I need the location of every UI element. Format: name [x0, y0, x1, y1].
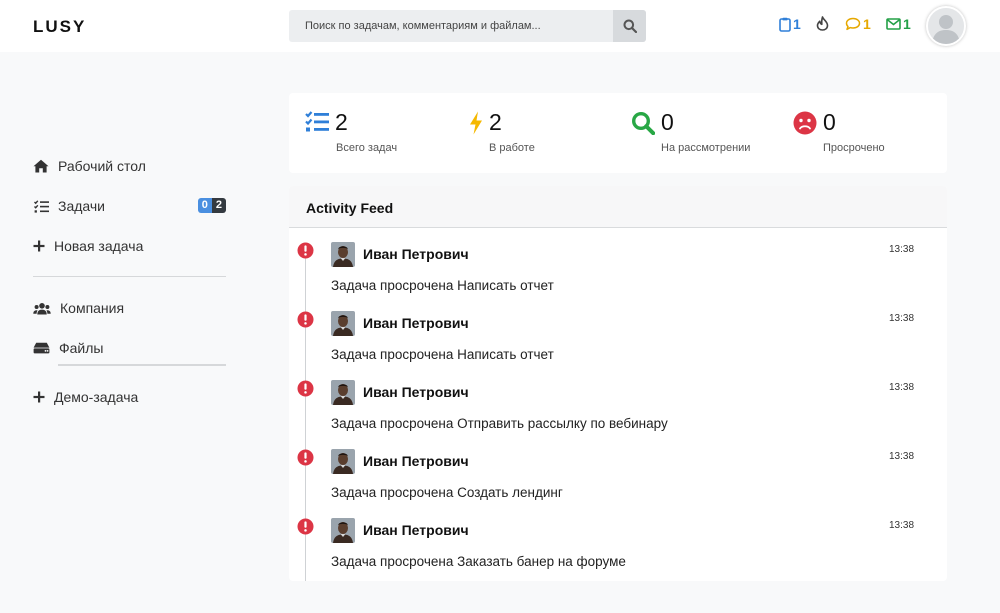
activity-time: 13:38: [889, 313, 915, 324]
comment-icon: [845, 17, 861, 31]
activity-entry[interactable]: Иван Петрович 13:38 Задача просрочена Со…: [289, 449, 947, 518]
search-icon: [631, 111, 656, 140]
activity-user-name: Иван Петрович: [363, 246, 469, 262]
avatar[interactable]: [331, 380, 355, 405]
activity-message: Задача просрочена Написать отчет: [331, 278, 554, 293]
stat-label: На рассмотрении: [661, 142, 751, 154]
task-list-icon: [305, 111, 329, 138]
comments-notification[interactable]: 1: [845, 16, 871, 32]
activity-time: 13:38: [889, 451, 915, 462]
tasks-notification-count: 1: [793, 16, 801, 32]
messages-notification[interactable]: 1: [886, 16, 911, 32]
fire-icon: [816, 16, 829, 31]
alert-icon: [297, 380, 314, 402]
sidebar-item-label: Демо-задача: [54, 389, 139, 405]
activity-entry[interactable]: Иван Петрович 13:38 Задача просрочена За…: [289, 518, 947, 581]
activity-feed-title: Activity Feed: [289, 186, 947, 228]
activity-entry[interactable]: Иван Петрович 13:38 Задача просрочена На…: [289, 311, 947, 380]
sidebar-item-label: Новая задача: [54, 238, 144, 254]
activity-user-name: Иван Петрович: [363, 315, 469, 331]
sidebar-item-demo-task[interactable]: Демо-задача: [33, 386, 226, 408]
sad-face-icon: [793, 111, 817, 140]
search-box: [289, 10, 646, 42]
avatar[interactable]: [331, 311, 355, 336]
new-tasks-badge: 0: [197, 198, 212, 213]
sidebar-divider: [33, 276, 226, 277]
avatar[interactable]: [331, 242, 355, 267]
drive-icon: [33, 340, 50, 356]
activity-message: Задача просрочена Отправить рассылку по …: [331, 416, 668, 431]
hot-notification[interactable]: [816, 16, 831, 31]
search-icon: [623, 19, 637, 33]
activity-entry[interactable]: Иван Петрович 13:38 Задача просрочена От…: [289, 380, 947, 449]
sidebar-item-label: Файлы: [59, 340, 104, 356]
activity-message: Задача просрочена Создать лендинг: [331, 485, 563, 500]
stat-label: В работе: [489, 142, 535, 154]
plus-icon: [33, 238, 45, 254]
task-count-badges: 0 2: [197, 198, 226, 213]
activity-user-name: Иван Петрович: [363, 522, 469, 538]
alert-icon: [297, 311, 314, 333]
files-active-indicator: [58, 364, 226, 366]
alert-icon: [297, 449, 314, 471]
activity-user-name: Иван Петрович: [363, 384, 469, 400]
comments-notification-count: 1: [863, 16, 871, 32]
sidebar-item-label: Задачи: [58, 198, 106, 214]
task-stats-card: 2 Всего задач 2 В работе 0 На рассмотрен…: [289, 93, 947, 173]
avatar[interactable]: [331, 449, 355, 474]
sidebar-item-new-task[interactable]: Новая задача: [33, 235, 226, 257]
activity-message: Задача просрочена Написать отчет: [331, 347, 554, 362]
stat-label: Всего задач: [336, 142, 398, 154]
user-silhouette-icon: [928, 8, 964, 44]
search-input[interactable]: [289, 10, 613, 42]
home-icon: [33, 158, 49, 174]
activity-time: 13:38: [889, 520, 915, 531]
task-list-icon: [33, 198, 49, 214]
sidebar-item-label: Компания: [60, 300, 125, 316]
tasks-notification[interactable]: 1: [779, 16, 801, 32]
activity-time: 13:38: [889, 382, 915, 393]
stat-label: Просрочено: [823, 142, 885, 154]
activity-entry[interactable]: Иван Петрович 13:38 Задача просрочена На…: [289, 242, 947, 311]
stat-value: 2: [335, 109, 348, 135]
plus-icon: [33, 389, 45, 405]
search-button[interactable]: [613, 10, 646, 42]
activity-time: 13:38: [889, 244, 915, 255]
avatar[interactable]: [331, 518, 355, 543]
envelope-icon: [886, 18, 901, 30]
messages-notification-count: 1: [903, 16, 911, 32]
user-avatar[interactable]: [926, 6, 966, 46]
stat-value: 0: [823, 109, 836, 135]
alert-icon: [297, 242, 314, 264]
users-icon: [33, 300, 51, 316]
total-tasks-badge: 2: [211, 198, 226, 213]
top-bar: LUSY 1 1 1: [0, 0, 1000, 52]
stat-value: 0: [661, 109, 674, 135]
sidebar-item-company[interactable]: Компания: [33, 297, 226, 319]
sidebar-item-files[interactable]: Файлы: [33, 337, 226, 359]
sidebar-item-tasks[interactable]: Задачи 0 2: [33, 195, 226, 217]
stat-value: 2: [489, 109, 502, 135]
bolt-icon: [469, 111, 483, 140]
activity-user-name: Иван Петрович: [363, 453, 469, 469]
sidebar-item-dashboard[interactable]: Рабочий стол: [33, 155, 226, 177]
clipboard-icon: [779, 17, 791, 32]
sidebar-item-label: Рабочий стол: [58, 158, 146, 174]
activity-message: Задача просрочена Заказать банер на фору…: [331, 554, 626, 569]
activity-feed: Activity Feed Иван Петрович 13:38 Задача…: [289, 186, 947, 581]
app-logo[interactable]: LUSY: [33, 17, 86, 37]
alert-icon: [297, 518, 314, 540]
